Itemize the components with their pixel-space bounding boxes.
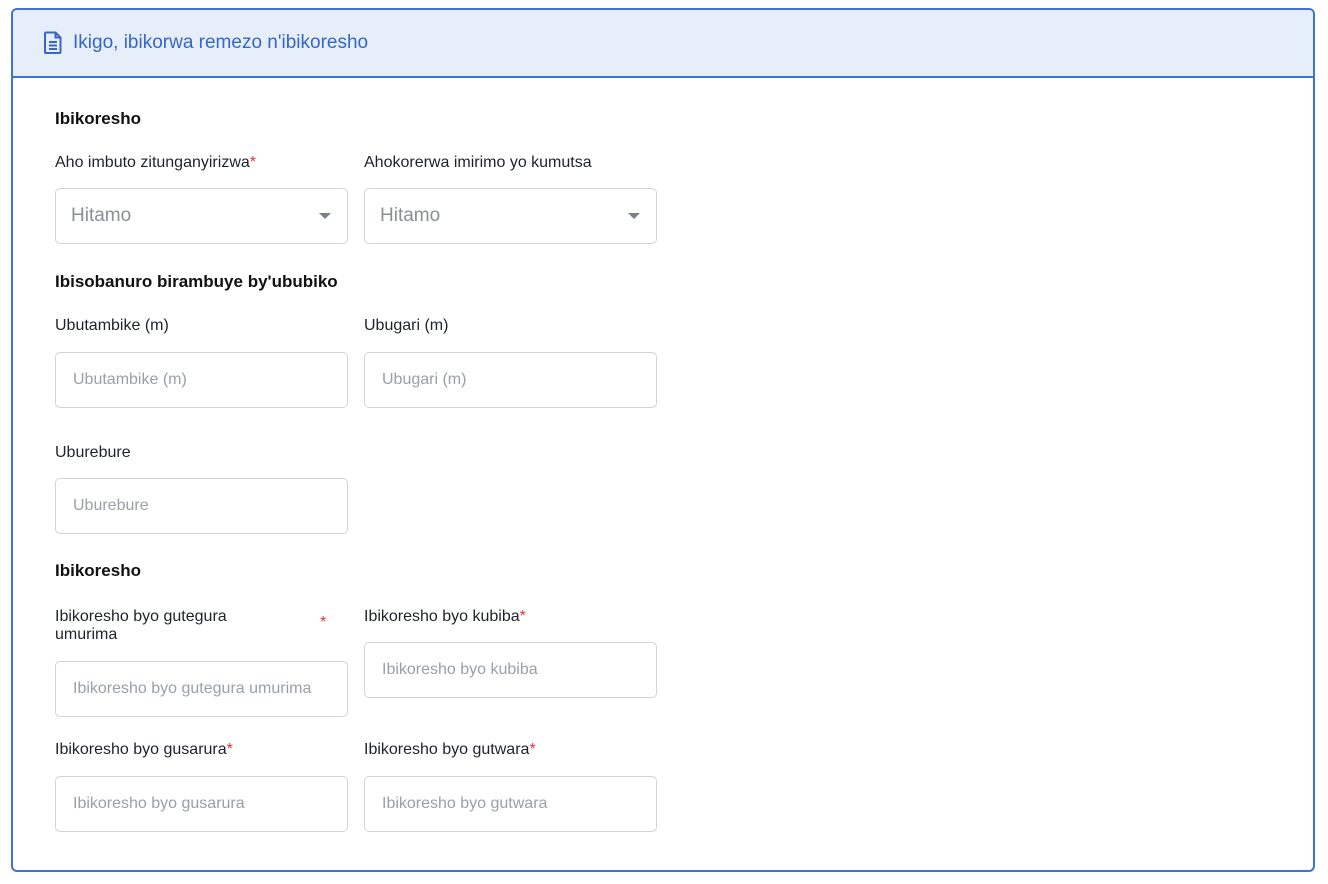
width-input[interactable] xyxy=(56,353,347,407)
digging-tools-label: Ibikoresho byo kubiba* xyxy=(364,608,526,625)
harvest-tools-input[interactable] xyxy=(56,777,347,831)
length-label: Uburebure xyxy=(55,444,131,461)
drying-place-select[interactable]: Hitamo xyxy=(364,188,657,244)
card-title: Ikigo, ibikorwa remezo n'ibikoresho xyxy=(73,32,369,53)
digging-tools-input[interactable] xyxy=(365,643,656,697)
infrastructure-card: Ikigo, ibikorwa remezo n'ibikoresho Ibik… xyxy=(11,8,1315,872)
transport-tools-field[interactable] xyxy=(364,776,657,832)
planting-place-value: Hitamo xyxy=(71,205,132,226)
field-prep-tools-input[interactable] xyxy=(56,662,347,716)
digging-tools-field[interactable] xyxy=(364,642,657,698)
length-input[interactable] xyxy=(56,479,347,533)
section-title-dimensions: Ibisobanuro birambuye by'ububiko xyxy=(55,272,338,291)
harvest-tools-field[interactable] xyxy=(55,776,348,832)
height-field[interactable] xyxy=(364,352,657,408)
required-asterisk: * xyxy=(320,614,327,631)
chevron-down-icon xyxy=(628,213,640,219)
section-title-tools: Ibikoresho xyxy=(55,561,141,580)
height-input[interactable] xyxy=(365,353,656,407)
document-icon xyxy=(43,31,65,55)
section-title-equipment: Ibikoresho xyxy=(55,109,141,128)
field-prep-tools-field[interactable] xyxy=(55,661,348,717)
drying-place-value: Hitamo xyxy=(380,205,441,226)
transport-tools-label: Ibikoresho byo gutwara* xyxy=(364,741,536,758)
chevron-down-icon xyxy=(319,213,331,219)
field-prep-tools-label: Ibikoresho byo gutegura umurima xyxy=(55,608,227,643)
height-label: Ubugari (m) xyxy=(364,317,449,334)
width-label: Ubutambike (m) xyxy=(55,317,169,334)
width-field[interactable] xyxy=(55,352,348,408)
harvest-tools-label: Ibikoresho byo gusarura* xyxy=(55,741,233,758)
planting-place-label: Aho imbuto zitunganyirizwa* xyxy=(55,154,256,171)
length-field[interactable] xyxy=(55,478,348,534)
drying-place-label: Ahokorerwa imirimo yo kumutsa xyxy=(364,154,592,171)
card-header: Ikigo, ibikorwa remezo n'ibikoresho xyxy=(13,10,1313,78)
transport-tools-input[interactable] xyxy=(365,777,656,831)
planting-place-select[interactable]: Hitamo xyxy=(55,188,348,244)
